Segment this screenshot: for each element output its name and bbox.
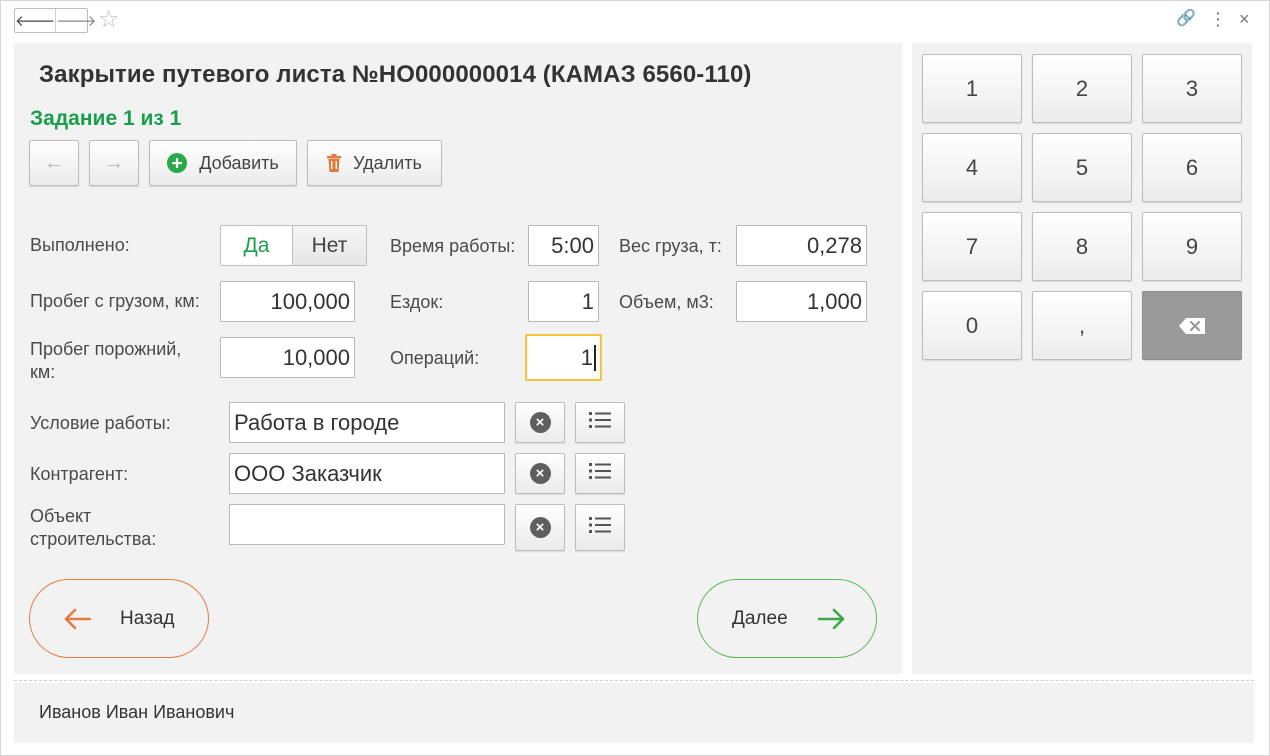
done-yes-option[interactable]: Да — [221, 226, 293, 265]
counterparty-select-button[interactable] — [575, 453, 625, 494]
key-1[interactable]: 1 — [922, 54, 1022, 123]
key-7[interactable]: 7 — [922, 212, 1022, 281]
arrow-left-icon — [63, 608, 91, 630]
trash-icon — [327, 154, 342, 172]
arrow-right-icon: 🡒 — [56, 13, 97, 30]
counterparty-input[interactable]: ООО Заказчик — [229, 453, 505, 494]
prev-task-button[interactable]: ← — [29, 140, 79, 186]
construction-select-button[interactable] — [575, 504, 625, 551]
work-time-input[interactable]: 5:00 — [528, 225, 599, 266]
next-button[interactable]: Далее — [697, 579, 877, 658]
done-no-option[interactable]: Нет — [293, 226, 366, 265]
empty-mileage-label: Пробег порожний, км: — [30, 339, 182, 382]
link-icon[interactable]: 🔗 — [1176, 9, 1196, 29]
counterparty-clear-button[interactable]: × — [515, 453, 565, 494]
arrow-left-icon: ← — [44, 151, 64, 174]
work-condition-select-button[interactable] — [575, 402, 625, 443]
clear-icon: × — [529, 517, 551, 538]
construction-input[interactable] — [229, 504, 505, 545]
next-button-label: Далее — [732, 607, 788, 629]
page-title: Закрытие путевого листа №НО000000014 (КА… — [39, 61, 752, 88]
arrow-right-icon: → — [104, 151, 124, 174]
volume-input[interactable]: 1,000 — [736, 281, 867, 322]
backspace-icon — [1179, 317, 1205, 334]
key-6[interactable]: 6 — [1142, 133, 1242, 202]
more-vertical-icon[interactable]: ⋮ — [1209, 9, 1227, 29]
trips-label: Ездок: — [390, 292, 444, 312]
work-time-label: Время работы: — [390, 236, 516, 256]
work-condition-input[interactable]: Работа в городе — [229, 402, 505, 443]
key-0[interactable]: 0 — [922, 291, 1022, 360]
clear-icon: × — [529, 412, 551, 433]
cargo-weight-input[interactable]: 0,278 — [736, 225, 867, 266]
volume-label: Объем, м3: — [619, 292, 714, 312]
back-button[interactable]: Назад — [29, 579, 209, 658]
empty-mileage-input[interactable]: 10,000 — [220, 337, 355, 378]
operations-label: Операций: — [390, 348, 480, 368]
loaded-mileage-input[interactable]: 100,000 — [220, 281, 355, 322]
delete-button-label: Удалить — [353, 152, 422, 173]
back-button-label: Назад — [120, 607, 175, 629]
close-icon[interactable]: × — [1239, 9, 1250, 29]
construction-label: Объект строительства: — [30, 506, 157, 549]
text-caret — [594, 344, 596, 371]
key-comma[interactable]: , — [1032, 291, 1132, 360]
plus-circle-icon — [167, 153, 188, 173]
cargo-weight-label: Вес груза, т: — [619, 236, 722, 256]
delete-button[interactable]: Удалить — [307, 140, 442, 186]
counterparty-label: Контрагент: — [30, 464, 129, 484]
construction-clear-button[interactable]: × — [515, 504, 565, 551]
loaded-mileage-label: Пробег с грузом, км: — [30, 291, 200, 311]
add-button-label: Добавить — [199, 152, 279, 173]
done-label: Выполнено: — [30, 235, 130, 255]
key-backspace[interactable] — [1142, 291, 1242, 360]
list-icon — [589, 412, 611, 433]
arrow-right-icon — [817, 608, 846, 630]
history-back-button[interactable]: 🡐 — [15, 9, 55, 32]
add-button[interactable]: Добавить — [149, 140, 297, 186]
next-task-button[interactable]: → — [89, 140, 139, 186]
key-9[interactable]: 9 — [1142, 212, 1242, 281]
work-condition-label: Условие работы: — [30, 413, 171, 433]
key-5[interactable]: 5 — [1032, 133, 1132, 202]
history-nav: 🡐 🡒 — [14, 8, 96, 33]
history-forward-button[interactable]: 🡒 — [55, 9, 96, 32]
done-toggle[interactable]: Да Нет — [220, 225, 367, 266]
clear-icon: × — [529, 463, 551, 484]
key-3[interactable]: 3 — [1142, 54, 1242, 123]
operations-value: 1 — [580, 344, 593, 370]
task-counter: Задание 1 из 1 — [30, 107, 182, 130]
star-icon[interactable]: ☆ — [98, 6, 120, 34]
list-icon — [589, 463, 611, 484]
key-4[interactable]: 4 — [922, 133, 1022, 202]
work-condition-clear-button[interactable]: × — [515, 402, 565, 443]
current-user: Иванов Иван Иванович — [39, 702, 235, 722]
footer-divider — [14, 680, 1254, 681]
list-icon — [589, 517, 611, 538]
trips-input[interactable]: 1 — [528, 281, 599, 322]
key-8[interactable]: 8 — [1032, 212, 1132, 281]
arrow-left-icon: 🡐 — [15, 13, 56, 30]
operations-input[interactable]: 1 — [525, 334, 602, 381]
key-2[interactable]: 2 — [1032, 54, 1132, 123]
